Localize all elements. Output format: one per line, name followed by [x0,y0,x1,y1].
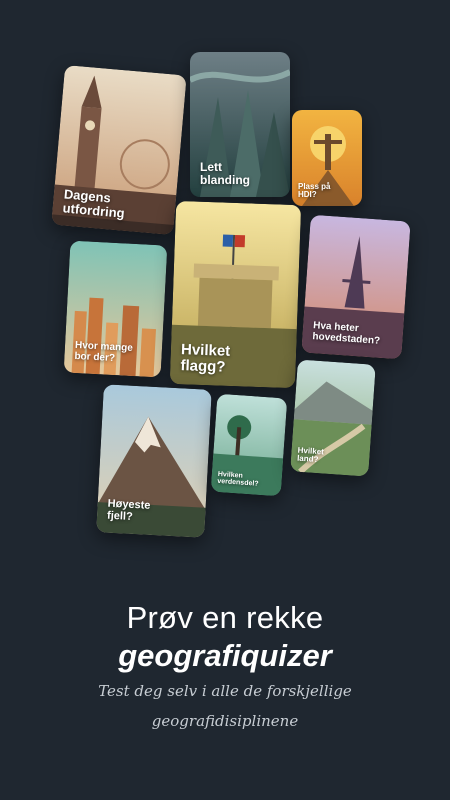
card-highest-mountain[interactable]: Høyeste fjell? [96,384,212,538]
subtitle: Test deg selv i alle de forskjellige geo… [98,682,352,730]
card-daily-challenge[interactable]: Dagens utfordring [51,64,187,236]
card-population[interactable]: Hvor mange bor der? [63,240,168,378]
card-label: Plass på HDI? [298,181,331,200]
quiz-card-collage: Dagens utfordring Lett blanding Plass på… [0,0,450,560]
card-label: Høyeste fjell? [106,497,151,524]
card-easy-mix[interactable]: Lett blanding [190,52,290,197]
card-label: Hvor mange bor der? [74,340,134,365]
card-continent[interactable]: Hvilken verdensdel? [210,393,288,497]
card-which-country[interactable]: Hvilket land? [290,359,376,477]
headline-line-1: Prøv en rekke [126,600,324,635]
card-capital[interactable]: Hva heter hovedstaden? [301,214,411,360]
card-label: Hvilket flagg? [180,340,231,376]
card-which-flag[interactable]: Hvilket flagg? [169,200,302,389]
card-hdi-rank[interactable]: Plass på HDI? [292,110,362,206]
card-label: Lett blanding [200,160,250,188]
headline-line-2: geografiquizer [118,638,332,673]
